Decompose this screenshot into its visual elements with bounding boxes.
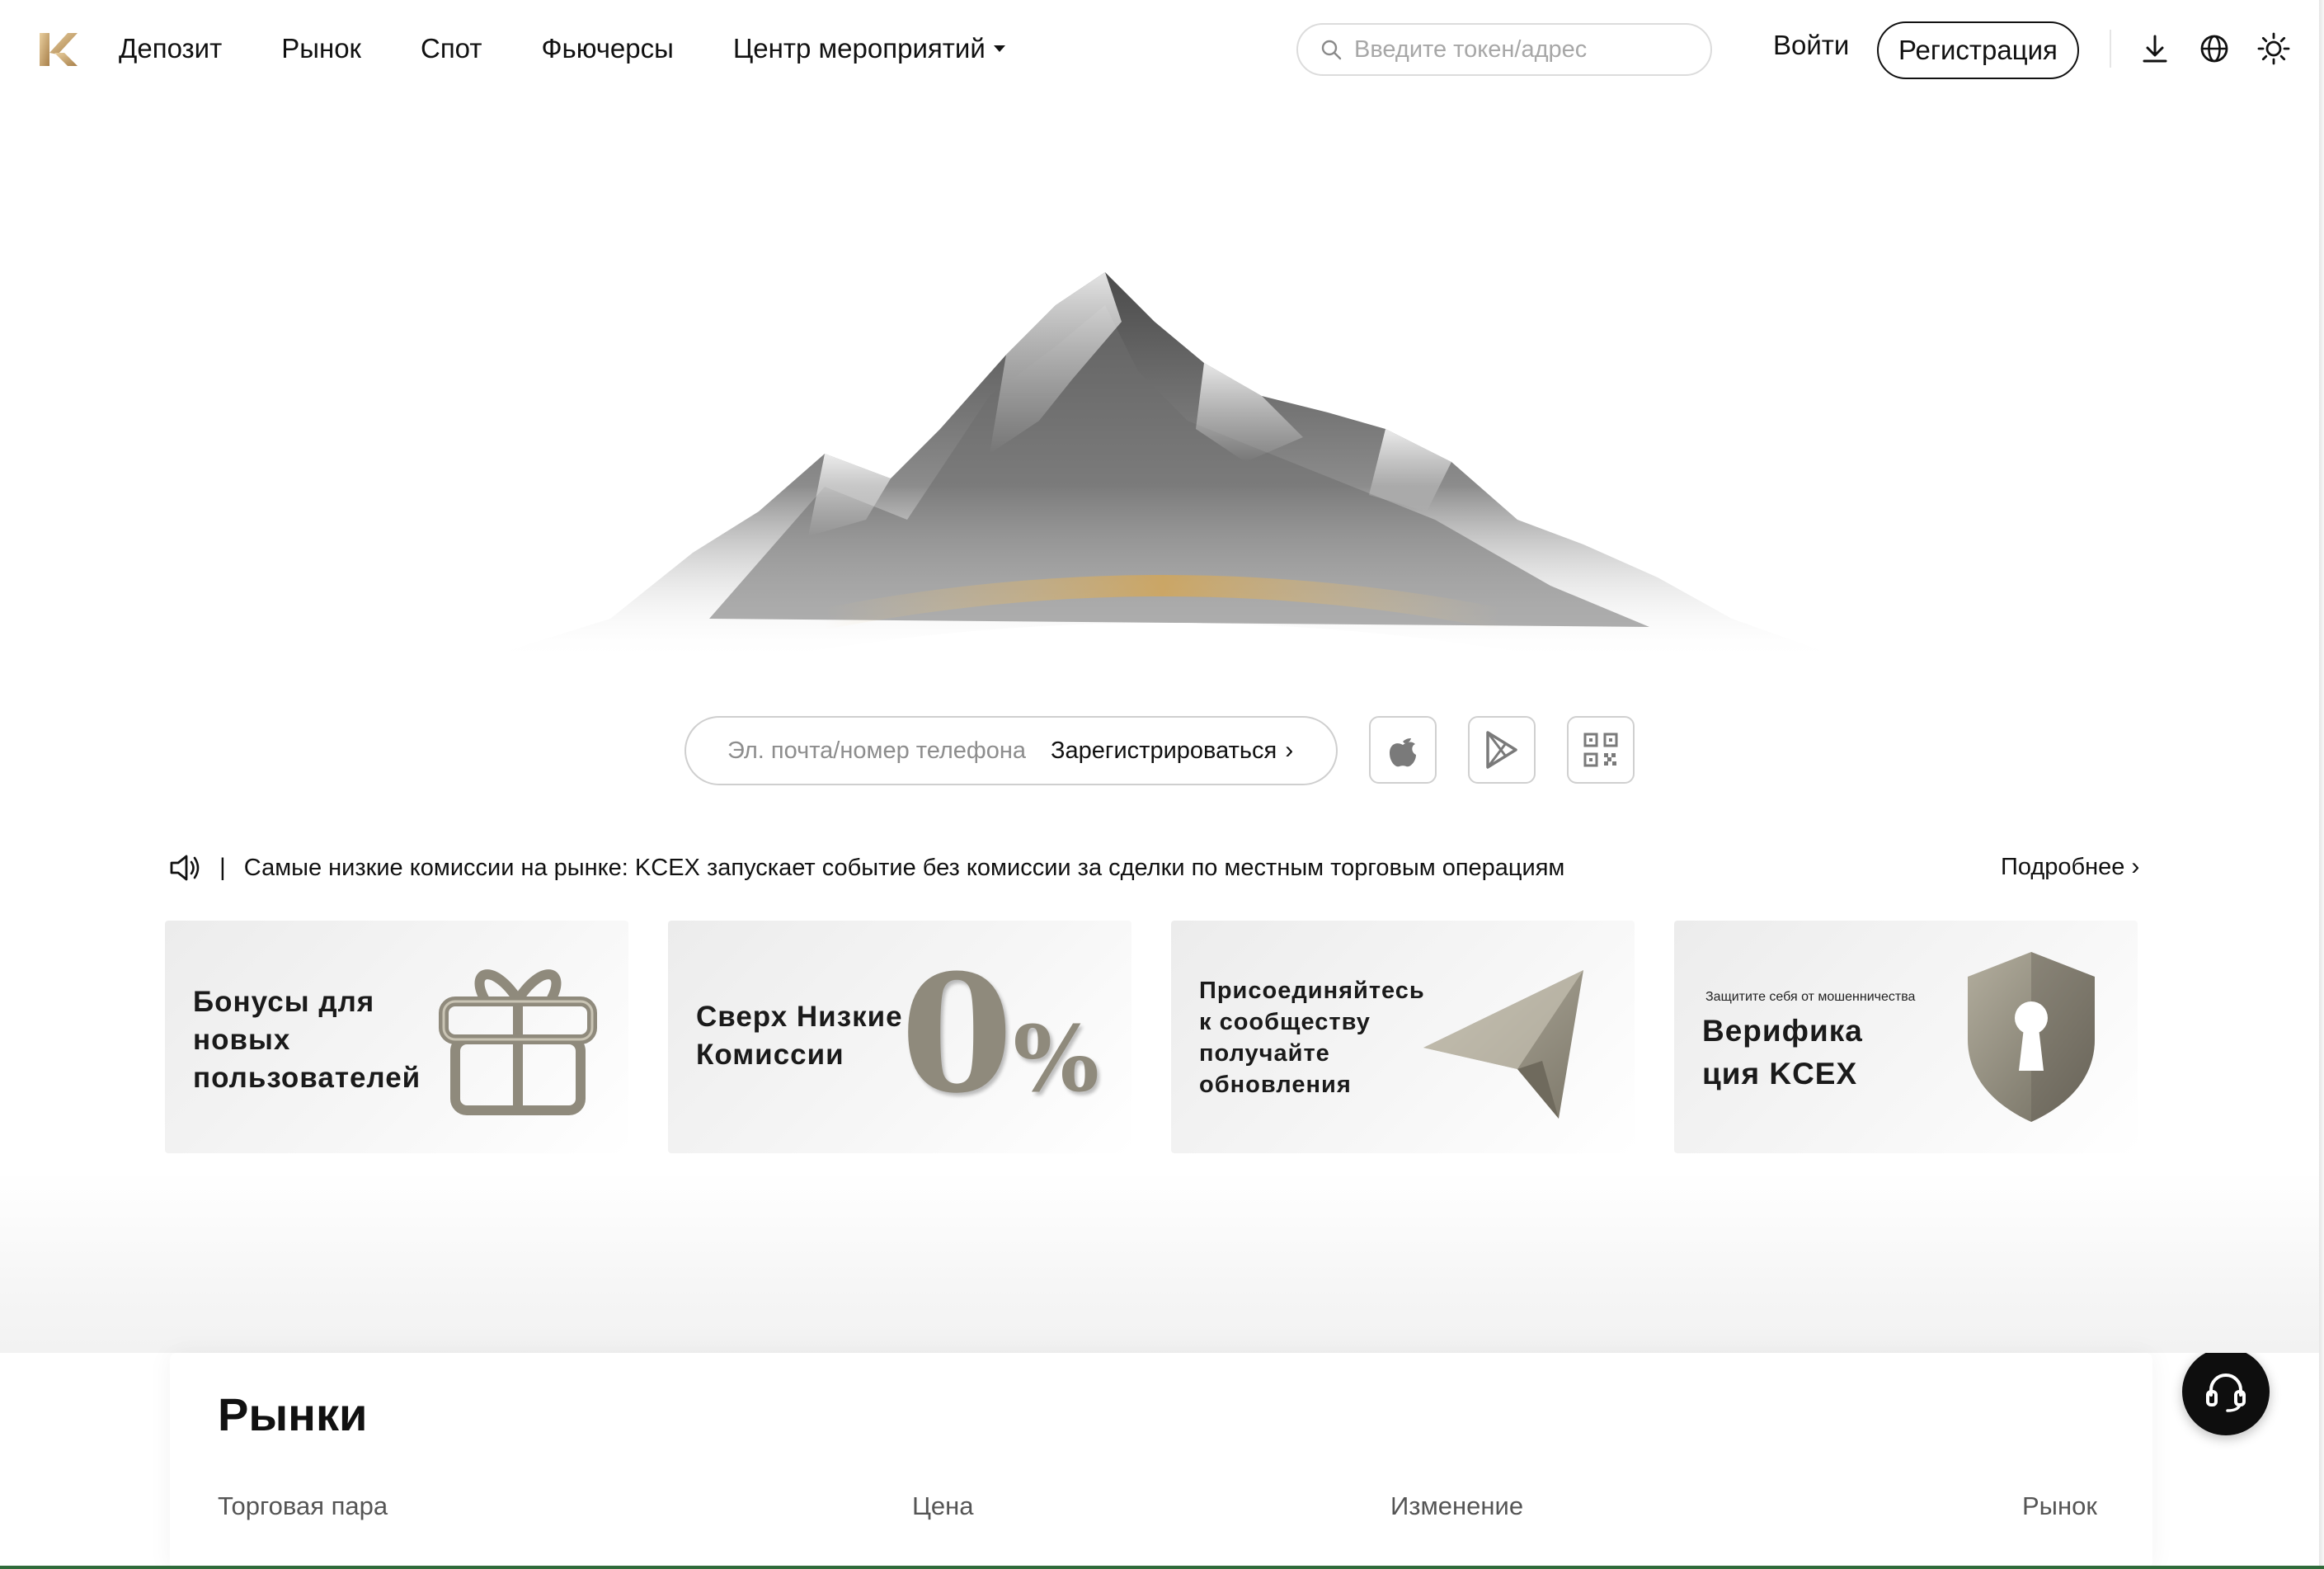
card-title: Бонусы для новых пользователей [193,983,421,1097]
promo-cards: Бонусы для новых пользователей Сверх Низ… [165,921,2138,1153]
card-title-line: Сверх Низкие [696,1001,903,1033]
signup-field: Зарегистрироваться › [684,716,1338,785]
nav-spot-label: Спот [420,33,482,64]
markets-title: Рынки [218,1388,368,1440]
card-title-line: получайте [1199,1040,1330,1067]
signup-button[interactable]: Зарегистрироваться › [1051,737,1293,765]
telegram-icon [1423,970,1583,1119]
floating-support-button[interactable] [2182,1348,2270,1435]
search-input[interactable] [1354,35,1668,64]
nav-spot[interactable]: Спот [421,33,482,64]
sun-icon[interactable] [2256,31,2291,66]
shield-lock-icon [1968,952,2095,1122]
more-link-label: Подробнее [2001,853,2125,880]
announcement-separator: | [219,854,226,881]
kcex-logo[interactable] [36,28,79,71]
login-link[interactable]: Войти [1773,30,1849,61]
column-header-market[interactable]: Рынок [2022,1491,2097,1521]
search-box[interactable] [1296,23,1712,76]
card-small-text: Защитите себя от мошенничества [1705,990,1916,1004]
nav-futures-label: Фьючерсы [541,33,674,64]
gift-icon [439,969,597,1115]
promo-card-community[interactable]: Присоединяйтесь к сообществу получайте о… [1171,921,1635,1153]
card-title: Присоединяйтесь к сообществу получайте о… [1199,975,1425,1100]
download-icon[interactable] [2138,31,2172,66]
google-play-button[interactable] [1468,716,1536,784]
main-nav: Депозит Рынок Спот Фьючерсы Центр меропр… [119,28,1065,69]
promo-card-low-fees[interactable]: Сверх Низкие Комиссии 0% [668,921,1131,1153]
globe-icon[interactable] [2197,31,2232,66]
card-title-line: ция KCEX [1702,1057,1858,1091]
card-title-line: Присоединяйтесь [1199,978,1425,1004]
zero-percent-art: 0% [901,954,1099,1115]
column-header-pair[interactable]: Торговая пара [218,1491,388,1521]
nav-futures[interactable]: Фьючерсы [541,33,673,64]
hero-mountain-illustration [478,272,1847,701]
markets-section: Рынки Торговая пара Цена Изменение Рынок [170,1353,2152,1569]
speaker-icon [170,855,200,881]
card-title-line: пользователей [193,1062,421,1094]
nav-events-center[interactable]: Центр мероприятий [733,33,1005,64]
window-edge [2319,0,2324,1569]
card-title: Сверх Низкие Комиссии [696,998,903,1074]
register-button-label: Регистрация [1898,35,2058,65]
zero-digit: 0 [901,940,1014,1129]
announcement-bar: | Самые низкие комиссии на рынке: KCEX з… [167,841,2146,894]
signup-button-label: Зарегистрироваться [1051,737,1277,764]
promo-card-verification[interactable]: Защитите себя от мошенничества Верифика … [1674,921,2138,1153]
column-header-change[interactable]: Изменение [1390,1491,1523,1521]
announcement-text[interactable]: Самые низкие комиссии на рынке: KCEX зап… [244,855,1565,882]
promo-card-bonuses[interactable]: Бонусы для новых пользователей [165,921,628,1153]
google-play-icon [1486,731,1517,769]
app-store-button[interactable] [1369,716,1437,784]
apple-icon [1390,738,1416,767]
column-header-price[interactable]: Цена [912,1491,974,1521]
search-icon [1321,40,1342,60]
chevron-right-icon: › [2131,853,2140,880]
card-title-line: новых [193,1024,291,1056]
nav-deposit[interactable]: Депозит [119,33,222,64]
chevron-right-icon: › [1285,737,1294,764]
card-title-line: к сообществу [1199,1009,1371,1035]
page: Депозит Рынок Спот Фьючерсы Центр меропр… [0,0,2324,1569]
headset-icon [2206,1373,2246,1412]
register-button[interactable]: Регистрация [1877,21,2079,79]
card-title-line: Верифика [1702,1014,1863,1048]
header-divider [2110,30,2111,68]
card-title-line: Комиссии [696,1039,844,1071]
nav-market-label: Рынок [281,33,361,64]
window-bottom-edge [0,1566,2324,1569]
qr-code-button[interactable] [1567,716,1635,784]
card-title: Верифика ция KCEX [1702,1010,1863,1095]
nav-events-label: Центр мероприятий [732,33,986,64]
email-phone-input[interactable] [727,737,1041,765]
card-title-line: Бонусы для [193,986,375,1018]
nav-deposit-label: Депозит [119,33,223,64]
nav-market[interactable]: Рынок [281,33,361,64]
markets-background-fade [0,1171,2324,1353]
chevron-down-icon [993,45,1005,52]
percent-sign: % [1013,1006,1099,1112]
top-navbar: Депозит Рынок Спот Фьючерсы Центр меропр… [0,0,2324,97]
more-link[interactable]: Подробнее › [2001,853,2139,881]
qr-code-icon [1583,733,1618,767]
card-title-line: обновления [1199,1072,1352,1098]
